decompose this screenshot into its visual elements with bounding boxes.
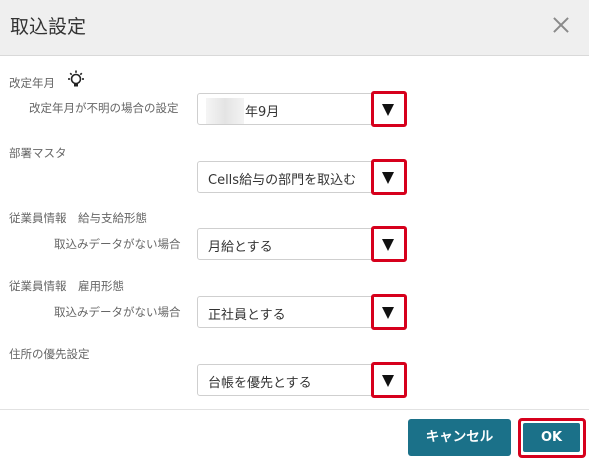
dialog-header: 取込設定 (0, 0, 589, 56)
dialog-title: 取込設定 (10, 16, 87, 38)
revision-month-select[interactable]: 年9月 (197, 91, 408, 127)
address-priority-label: 住所の優先設定 (9, 347, 90, 361)
chevron-down-icon[interactable] (371, 294, 407, 330)
employment-type-label: 従業員情報 雇用形態 (9, 279, 124, 293)
chevron-down-icon[interactable] (371, 91, 407, 127)
ok-button[interactable]: OK (523, 423, 580, 452)
pay-type-sublabel: 取込みデータがない場合 (54, 237, 181, 251)
employment-type-select-box[interactable]: 正社員とする (197, 296, 376, 328)
revision-month-label: 改定年月 (9, 76, 55, 90)
address-priority-value: 台帳を優先とする (208, 376, 312, 391)
department-master-select[interactable]: Cells給与の部門を取込む (197, 159, 408, 195)
pay-type-value: 月給とする (208, 240, 273, 255)
pay-type-label: 従業員情報 給与支給形態 (9, 211, 147, 225)
ok-button-highlight: OK (518, 418, 586, 458)
revision-month-select-box[interactable]: 年9月 (197, 93, 376, 125)
chevron-down-icon[interactable] (371, 159, 407, 195)
lightbulb-icon[interactable] (66, 70, 86, 90)
address-priority-select[interactable]: 台帳を優先とする (197, 362, 408, 398)
chevron-down-icon[interactable] (371, 362, 407, 398)
employment-type-select[interactable]: 正社員とする (197, 294, 408, 330)
pay-type-select[interactable]: 月給とする (197, 226, 408, 262)
redacted-year (206, 98, 244, 124)
department-master-value: Cells給与の部門を取込む (208, 173, 357, 188)
employment-type-sublabel: 取込みデータがない場合 (54, 305, 181, 319)
revision-month-value: 年9月 (245, 105, 280, 120)
chevron-down-icon[interactable] (371, 226, 407, 262)
address-priority-select-box[interactable]: 台帳を優先とする (197, 364, 376, 396)
department-master-select-box[interactable]: Cells給与の部門を取込む (197, 161, 376, 193)
close-icon[interactable] (548, 12, 574, 38)
pay-type-select-box[interactable]: 月給とする (197, 228, 376, 260)
footer-divider (0, 409, 589, 410)
employment-type-value: 正社員とする (208, 308, 286, 323)
department-master-label: 部署マスタ (9, 146, 67, 160)
revision-month-sublabel: 改定年月が不明の場合の設定 (29, 101, 179, 115)
cancel-button[interactable]: キャンセル (408, 419, 511, 456)
